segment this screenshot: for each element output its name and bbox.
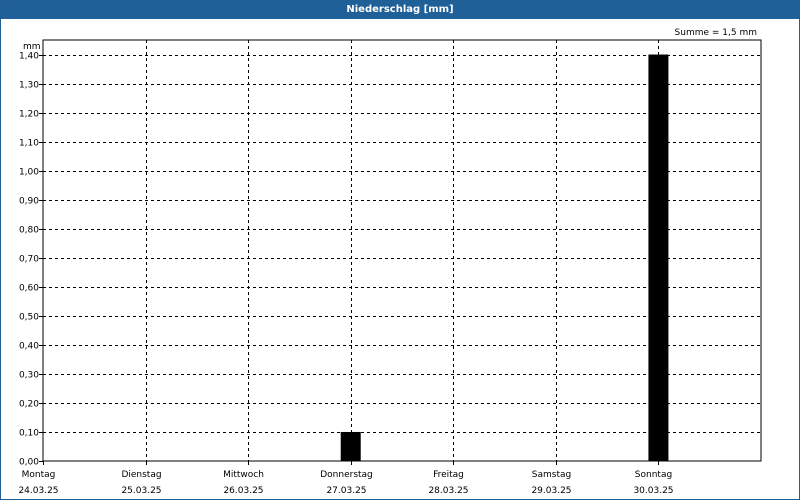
x-tick-labels: Montag 24.03.25 Dienstag 25.03.25 Mittwoch 26… <box>18 461 674 496</box>
chart-window: Niederschlag [mm] 0,00 0,10 0,20 0,30 0,40 0,… <box>0 0 800 500</box>
x-tick-day-label: Mittwoch <box>223 470 264 480</box>
sum-annotation: Summe = 1,5 mm <box>675 28 757 38</box>
y-tick-label: 0,50 <box>19 313 39 323</box>
y-tick-label: 0,40 <box>19 342 39 352</box>
x-tick-date-label: 30.03.25 <box>633 486 673 496</box>
x-tick-day-label: Samstag <box>532 470 571 480</box>
x-tick-date-label: 25.03.25 <box>121 486 161 496</box>
y-tick-label: 1,20 <box>19 110 39 120</box>
y-axis-unit-label: mm <box>23 42 41 52</box>
x-tick-date-label: 24.03.25 <box>18 486 58 496</box>
bar-mittwoch <box>340 431 361 461</box>
y-tick-label: 0,90 <box>19 197 39 207</box>
y-tick-label: 0,70 <box>19 255 39 265</box>
x-tick-day-label: Sonntag <box>635 470 672 480</box>
x-tick-day-label: Montag <box>22 470 56 480</box>
y-tick-label: 0,60 <box>19 284 39 294</box>
x-tick-day-label: Donnerstag <box>320 470 373 480</box>
y-tick-label: 0,10 <box>19 429 39 439</box>
bars-layer <box>340 54 669 461</box>
y-tick-label: 1,40 <box>19 52 39 62</box>
x-tick-day-label: Freitag <box>433 470 464 480</box>
x-tick-date-label: 26.03.25 <box>223 486 263 496</box>
y-tick-label: 0,30 <box>19 371 39 381</box>
y-tick-label: 1,30 <box>19 81 39 91</box>
y-tick-labels: 0,00 0,10 0,20 0,30 0,40 0,50 0,60 0,70 0,80 0,90… <box>19 52 43 468</box>
y-tick-label: 0,20 <box>19 400 39 410</box>
precipitation-chart: 0,00 0,10 0,20 0,30 0,40 0,50 0,60 0,70 0,80 0,90… <box>18 28 762 496</box>
x-tick-date-label: 28.03.25 <box>428 486 468 496</box>
y-tick-label: 1,00 <box>19 168 39 178</box>
x-tick-date-label: 27.03.25 <box>326 486 366 496</box>
x-tick-day-label: Dienstag <box>121 470 161 480</box>
y-tick-label: 0,80 <box>19 226 39 236</box>
y-tick-label: 1,10 <box>19 139 39 149</box>
x-tick-date-label: 29.03.25 <box>531 486 571 496</box>
bar-samstag <box>648 54 669 461</box>
y-tick-label: 0,00 <box>19 458 39 468</box>
